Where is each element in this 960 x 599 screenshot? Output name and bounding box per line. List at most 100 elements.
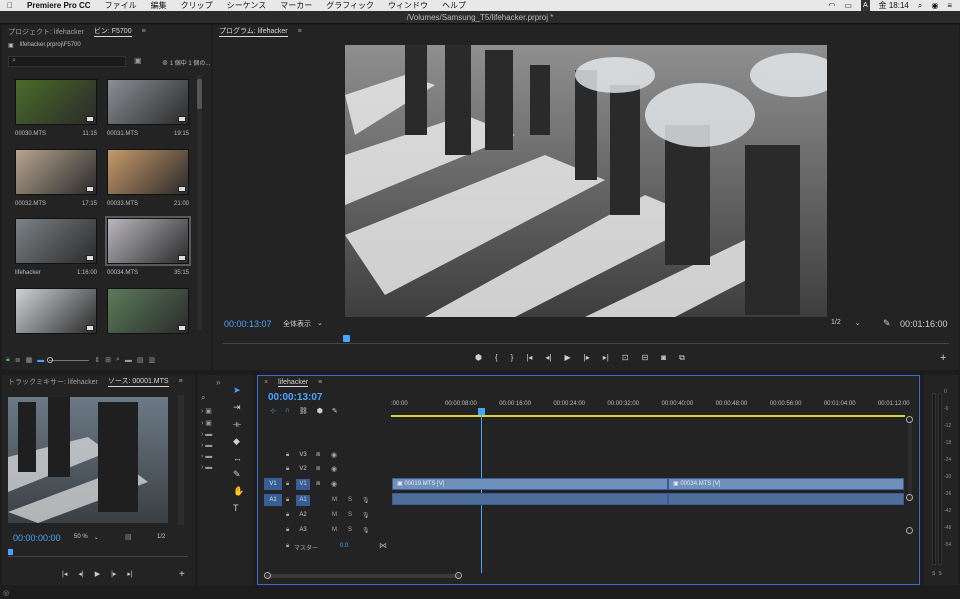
selection-tool-icon[interactable]: ➤	[233, 385, 244, 396]
tools-search-icon[interactable]: ⌕	[201, 393, 205, 403]
folder-icon[interactable]: › ▣	[201, 407, 212, 415]
lock-track-icon[interactable]: 🔒︎	[286, 452, 289, 459]
thumbnail-4[interactable]	[107, 149, 189, 195]
track-name[interactable]: A3	[296, 525, 310, 536]
step-forward-icon[interactable]: |▸	[584, 353, 590, 363]
mute-button[interactable]: M	[332, 497, 337, 503]
step-back-icon[interactable]: ◂|	[78, 570, 83, 578]
work-area-bar[interactable]	[391, 415, 905, 417]
lock-icon[interactable]: 🔒︎	[6, 356, 10, 364]
lock-track-icon[interactable]: 🔒︎	[286, 543, 289, 550]
lift-icon[interactable]: ⊡	[622, 353, 629, 363]
slip-tool-icon[interactable]: ↔	[233, 453, 244, 463]
project-scrollbar[interactable]	[197, 75, 202, 330]
go-to-out-icon[interactable]: ▸|	[603, 353, 609, 363]
menu-window[interactable]: ウィンドウ	[381, 0, 435, 11]
tab-track-mixer[interactable]: トラックミキサー: lifehacker	[8, 377, 98, 387]
folder-icon[interactable]: › ▬	[201, 431, 212, 438]
thumbnail-6[interactable]	[105, 216, 191, 266]
solo-right[interactable]: S	[938, 571, 941, 577]
program-playhead[interactable]	[343, 335, 350, 342]
thumbnail-1[interactable]	[15, 79, 97, 125]
sync-lock-icon[interactable]: ⧈	[316, 451, 320, 459]
lock-track-icon[interactable]: 🔒︎	[286, 466, 289, 473]
add-marker-icon[interactable]: ⬢	[475, 353, 482, 363]
add-marker-icon[interactable]: ⬢	[317, 407, 323, 415]
wrench-icon[interactable]: ✎	[883, 318, 891, 329]
input-source-icon[interactable]: A	[860, 0, 870, 11]
linked-selection-icon[interactable]: ⛓	[299, 407, 308, 415]
folder-icon[interactable]: › ▬	[201, 464, 212, 471]
program-scrub-bar[interactable]	[223, 340, 949, 344]
h-scroll-handle-right[interactable]	[455, 572, 462, 579]
solo-left[interactable]: S	[932, 571, 935, 577]
lock-track-icon[interactable]: 🔒︎	[286, 481, 289, 488]
sync-lock-icon[interactable]: ⧈	[316, 480, 320, 488]
new-item-icon[interactable]: ▤	[137, 356, 144, 364]
trash-icon[interactable]: ▥	[149, 356, 156, 364]
tab-sequence[interactable]: lifehacker	[278, 379, 309, 387]
sort-icon[interactable]: ⇕	[94, 356, 100, 364]
go-to-in-icon[interactable]: |◂	[526, 353, 532, 363]
thumbnail-7[interactable]	[15, 288, 97, 334]
new-bin-from-search-icon[interactable]: ▣	[134, 56, 142, 65]
timeline-v-scrollbar[interactable]	[908, 421, 912, 501]
go-to-end-icon[interactable]: ⋈	[379, 541, 387, 550]
apple-menu-icon[interactable]: 	[0, 0, 20, 11]
user-icon[interactable]: ◉	[931, 0, 938, 11]
track-target-A1[interactable]: A1	[264, 494, 282, 506]
automate-icon[interactable]: ⊞	[105, 356, 111, 364]
menu-clock[interactable]: 金 18:14	[879, 0, 909, 11]
source-quality-value[interactable]: 1/2	[157, 534, 165, 540]
tab-project[interactable]: プロジェクト: lifehacker	[8, 27, 84, 37]
source-scrub-bar[interactable]	[8, 553, 188, 557]
tab-bin[interactable]: ビン: F5700	[93, 26, 132, 37]
thumbnail-2[interactable]	[107, 79, 189, 125]
scroll-handle-bottom[interactable]	[906, 494, 913, 501]
solo-button[interactable]: S	[348, 497, 352, 503]
mark-in-icon[interactable]: {	[495, 353, 498, 363]
mute-button[interactable]: M	[332, 512, 337, 518]
audio-clip-00034[interactable]	[668, 493, 904, 505]
timeline-playhead-head[interactable]	[478, 408, 485, 415]
program-fit-dropdown[interactable]: 全体表示 ⌄	[283, 319, 323, 329]
microphone-icon[interactable]: 🎙︎	[362, 497, 370, 504]
program-current-timecode[interactable]: 00:00:13:07	[224, 319, 272, 329]
project-scroll-thumb[interactable]	[197, 79, 202, 109]
battery-icon[interactable]: ▭	[844, 0, 852, 11]
thumbnail-3[interactable]	[15, 149, 97, 195]
menu-edit[interactable]: 編集	[144, 0, 174, 11]
source-current-timecode[interactable]: 00:00:00:00	[13, 533, 61, 543]
lock-track-icon[interactable]: 🔒︎	[286, 527, 289, 534]
menu-file[interactable]: ファイル	[98, 0, 144, 11]
expand-panels-icon[interactable]: »	[216, 378, 220, 387]
solo-button[interactable]: S	[348, 527, 352, 533]
eye-icon[interactable]: ◉	[331, 465, 337, 473]
timeline-h-scrollbar[interactable]	[266, 574, 460, 578]
play-icon[interactable]: ▶	[95, 570, 100, 578]
list-view-icon[interactable]: ≣	[15, 356, 21, 364]
extract-icon[interactable]: ⊟	[642, 353, 649, 363]
panel-menu-icon[interactable]: ≡	[298, 28, 302, 35]
timeline-timecode[interactable]: 00:00:13:07	[268, 392, 322, 403]
ripple-edit-tool-icon[interactable]: ⟛	[233, 419, 244, 430]
scroll-handle-bottom2[interactable]	[906, 527, 913, 534]
source-scrollbar[interactable]	[178, 395, 184, 525]
mute-button[interactable]: M	[332, 527, 337, 533]
menu-help[interactable]: ヘルプ	[435, 0, 473, 11]
thumbnail-5[interactable]	[15, 218, 97, 264]
panel-menu-icon[interactable]: ≡	[179, 378, 183, 385]
new-bin-icon[interactable]: ▬	[125, 357, 132, 364]
time-ruler[interactable]: :00:00 00:00:08:00 00:00:16:00 00:00:24:00 0…	[391, 400, 910, 414]
track-name[interactable]: A1	[296, 495, 310, 506]
master-volume-value[interactable]: 0.0	[340, 543, 348, 549]
folder-icon[interactable]: › ▬	[201, 453, 212, 460]
thumbnail-8[interactable]	[107, 288, 189, 334]
status-icon[interactable]: ◎	[3, 589, 9, 597]
track-target-V1[interactable]: V1	[264, 478, 282, 490]
source-zoom-dropdown[interactable]: 50 % ⌄	[74, 534, 99, 541]
track-name[interactable]: V2	[296, 464, 310, 475]
sync-lock-icon[interactable]: ⧈	[316, 465, 320, 473]
source-add-icon[interactable]: +	[179, 569, 185, 580]
tab-source[interactable]: ソース: 00001.MTS	[107, 376, 169, 387]
